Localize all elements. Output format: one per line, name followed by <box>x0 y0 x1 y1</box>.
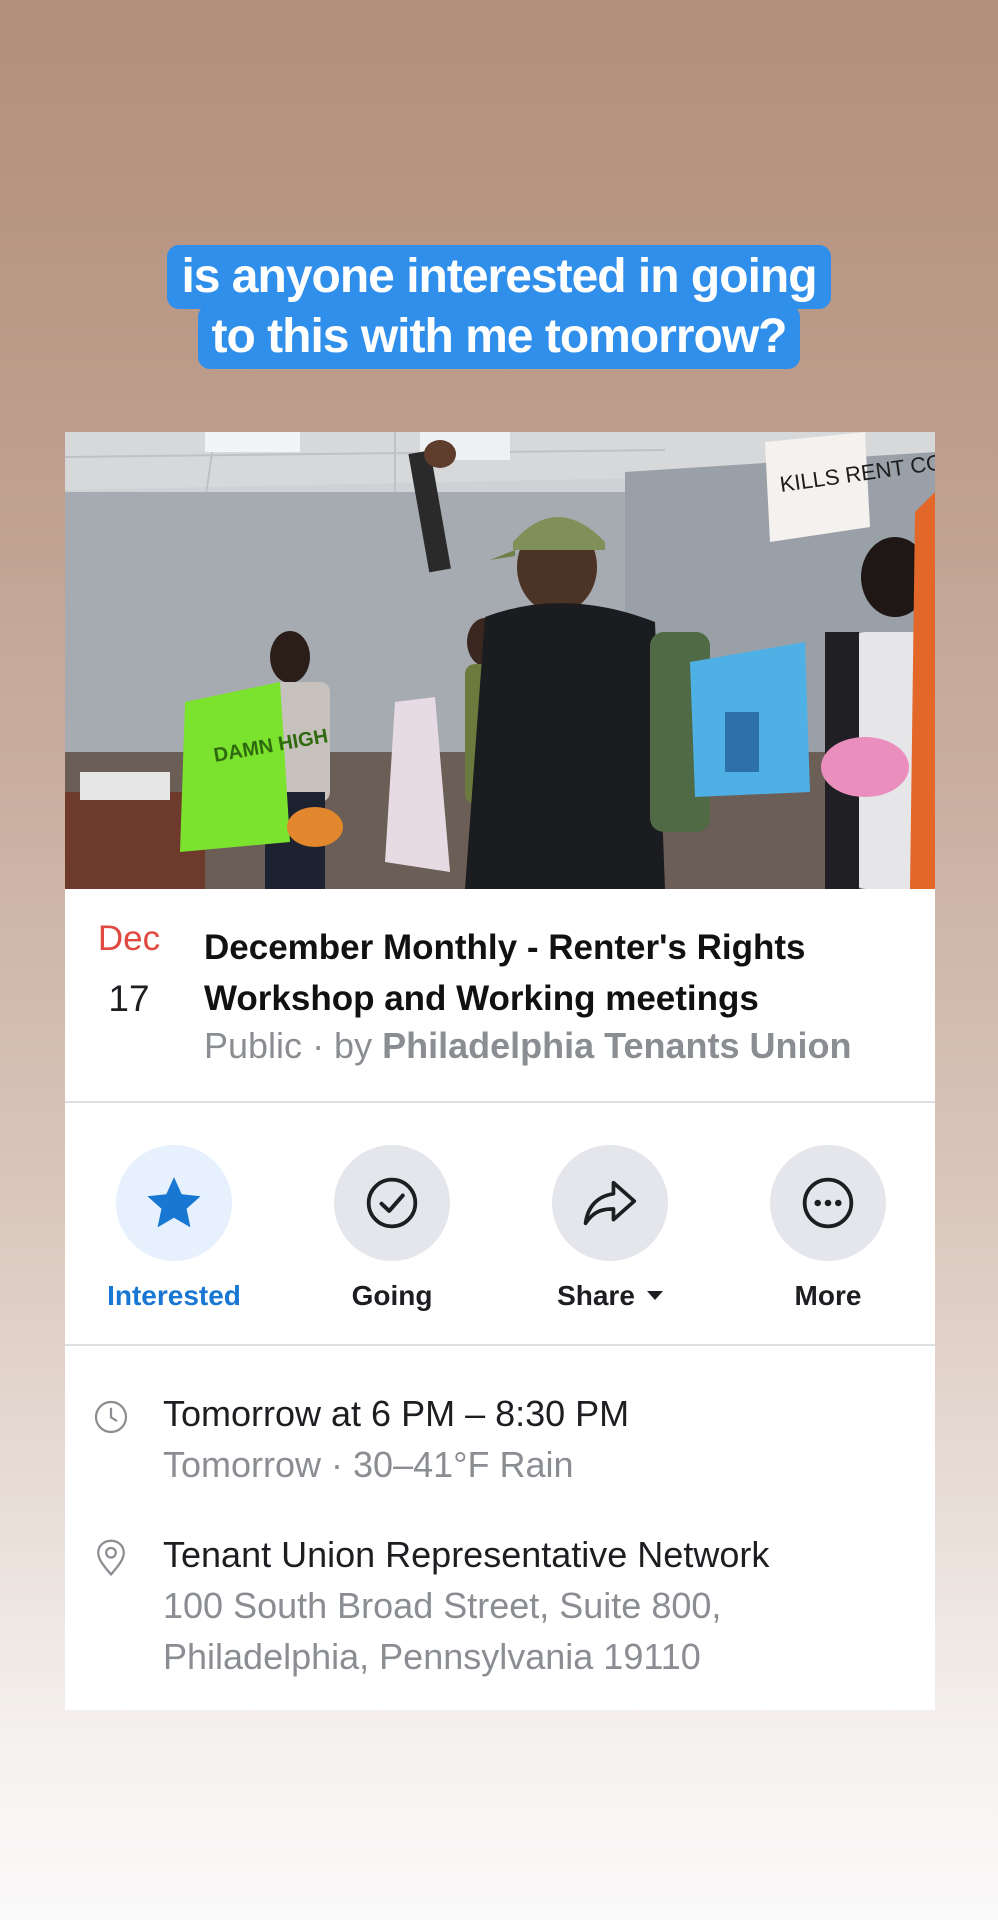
star-icon <box>147 1177 201 1228</box>
event-host-link[interactable]: Philadelphia Tenants Union <box>382 1025 851 1066</box>
share-arrow-icon <box>583 1180 637 1226</box>
going-circle[interactable] <box>334 1145 450 1261</box>
event-visibility: Public <box>204 1025 303 1066</box>
going-button[interactable]: Going <box>292 1145 492 1313</box>
interested-label: Interested <box>107 1280 241 1311</box>
event-photo-illustration: DAMN HIGH KILLS RENT CONTROL <box>65 432 935 889</box>
caption-line-1: is anyone interested in going <box>167 245 831 309</box>
event-date: Dec 17 <box>91 919 167 1021</box>
event-title[interactable]: December Monthly - Renter's Rights Works… <box>204 922 904 1024</box>
event-weather: Tomorrow · 30–41°F Rain <box>163 1444 574 1485</box>
event-time: Tomorrow at 6 PM – 8:30 PM <box>163 1393 630 1434</box>
event-card[interactable]: DAMN HIGH KILLS RENT CONTROL Dec 17 Dece… <box>65 432 935 1710</box>
event-title-line-2: Workshop and Working meetings <box>204 979 759 1018</box>
event-by-prefix: · by <box>302 1025 383 1066</box>
share-button[interactable]: Share <box>510 1145 710 1313</box>
check-circle-icon <box>366 1177 418 1229</box>
caption-line-2: to this with me tomorrow? <box>197 305 801 369</box>
share-label-wrap: Share <box>510 1279 710 1313</box>
divider-bottom <box>65 1344 935 1346</box>
more-label: More <box>794 1280 862 1311</box>
clock-icon <box>94 1400 128 1434</box>
event-actions: Interested Going Share More <box>65 1102 935 1311</box>
event-date-month: Dec <box>97 919 161 958</box>
location-pin-icon <box>97 1539 125 1576</box>
share-circle[interactable] <box>552 1145 668 1261</box>
going-label: Going <box>351 1280 433 1311</box>
location-address-line-2: Philadelphia, Pennsylvania 19110 <box>163 1636 701 1677</box>
caret-down-icon[interactable] <box>646 1291 663 1301</box>
location-address-line-1: 100 South Broad Street, Suite 800, <box>163 1585 722 1626</box>
event-date-day: 17 <box>108 978 150 1019</box>
more-button[interactable]: More <box>728 1145 928 1313</box>
location-name[interactable]: Tenant Union Representative Network <box>163 1530 769 1580</box>
event-meta: Public · by Philadelphia Tenants Union <box>204 1024 924 1068</box>
share-label: Share <box>557 1280 635 1311</box>
event-cover-photo[interactable]: DAMN HIGH KILLS RENT CONTROL <box>65 432 935 889</box>
more-dots-icon <box>802 1177 854 1229</box>
story-caption: is anyone interested in going to this wi… <box>0 245 998 369</box>
interested-circle[interactable] <box>116 1145 232 1261</box>
interested-button[interactable]: Interested <box>74 1145 274 1313</box>
more-circle[interactable] <box>770 1145 886 1261</box>
event-title-line-1: December Monthly - Renter's Rights <box>204 928 806 967</box>
